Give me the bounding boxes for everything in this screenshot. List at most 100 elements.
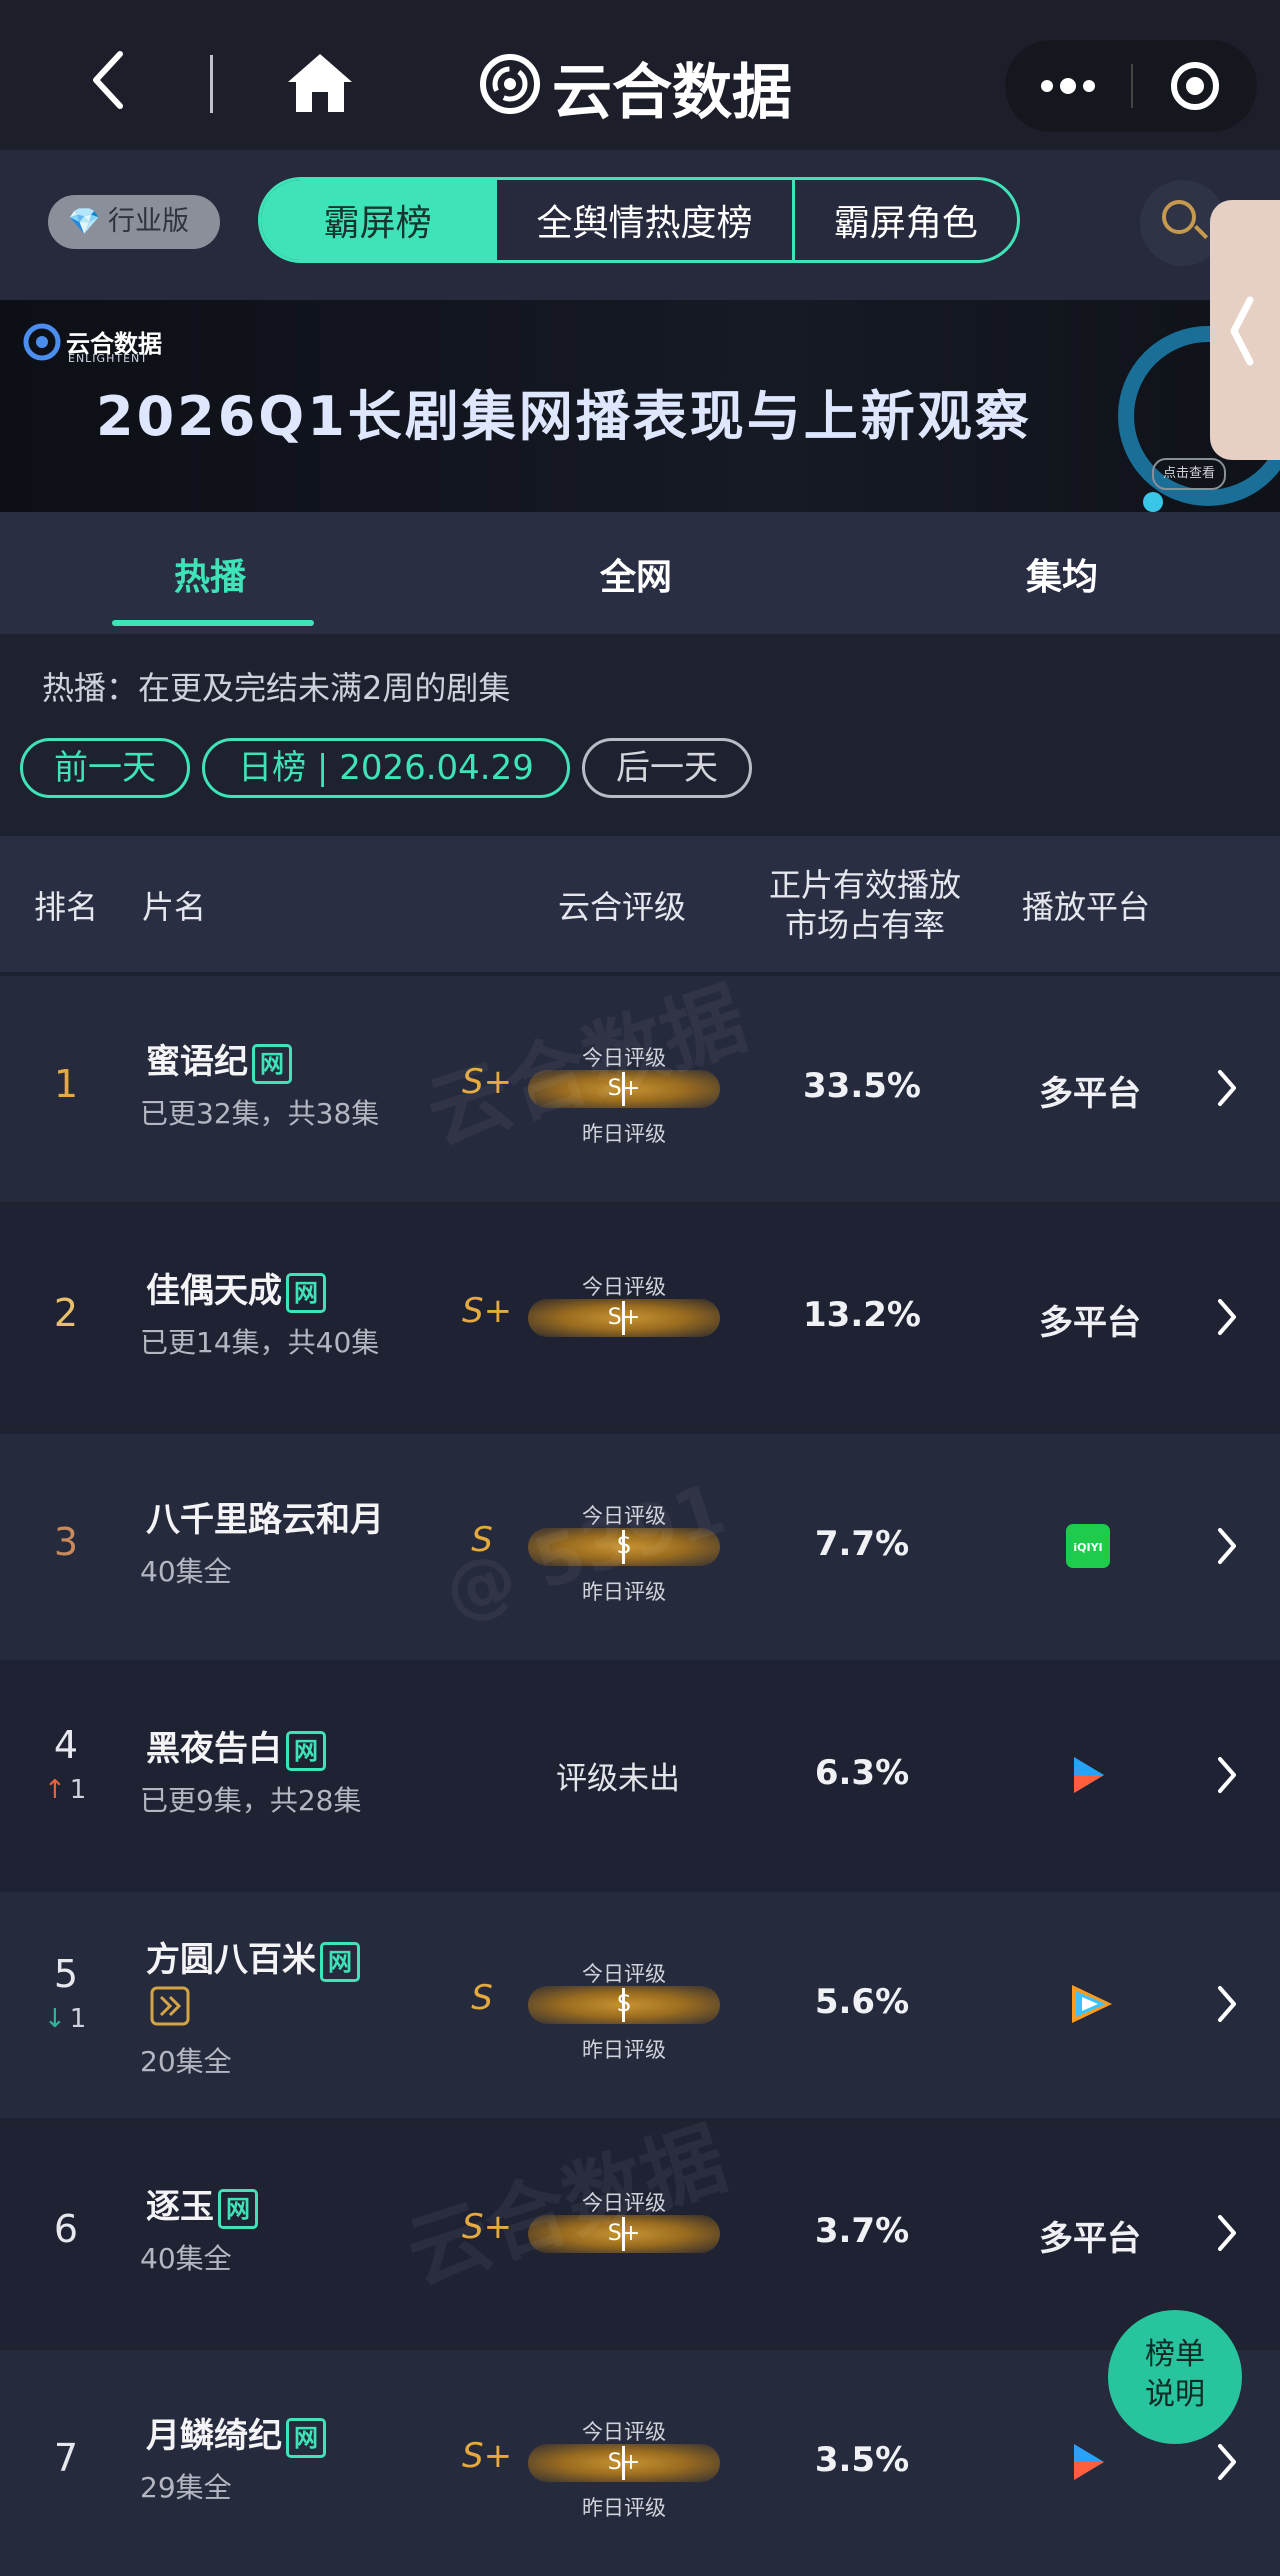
grade-bar: S+ — [528, 1299, 720, 1337]
platform-label: 多平台 — [1039, 1074, 1141, 1114]
market-share: 13.2% — [803, 1295, 921, 1335]
iqiyi-icon: iQIYI — [1066, 1524, 1110, 1568]
show-title[interactable]: 逐玉网 — [146, 2179, 258, 2229]
banner-cta[interactable]: 点击查看 — [1152, 458, 1226, 490]
grade-today-label: 今日评级 — [582, 2420, 666, 2444]
chevron-right-icon[interactable] — [1216, 1297, 1238, 1341]
web-series-badge: 网 — [286, 1730, 326, 1771]
show-title[interactable]: 方圆八百米网 — [146, 1932, 360, 1982]
explain-line2: 说明 — [1145, 2377, 1205, 2412]
table-row[interactable]: 7 月鳞绮纪网 29集全 S+ 今日评级 S+ 昨日评级 3.5% — [0, 2350, 1280, 2576]
grade-today-label: 今日评级 — [582, 1962, 666, 1986]
rank-number: 7 — [53, 2436, 79, 2480]
grade-yesterday-label: 昨日评级 — [582, 2038, 666, 2062]
back-icon[interactable] — [88, 48, 128, 116]
next-day-button[interactable]: 后一天 — [582, 738, 752, 798]
youku-icon — [1066, 1753, 1110, 1797]
tab-public-opinion[interactable]: 全舆情热度榜 — [497, 180, 795, 260]
tencent-video-icon — [1066, 1982, 1112, 2026]
current-date-button[interactable]: 日榜 | 2026.04.29 — [202, 738, 570, 798]
table-row[interactable]: 2 佳偶天成网已更14集，共40集 S+ 今日评级 S+ 13.2% 多平台 — [0, 1205, 1280, 1431]
rank-number: 1 — [53, 1062, 79, 1106]
tab-all-network[interactable]: 全网 — [600, 548, 672, 600]
industry-label: 行业版 — [108, 206, 189, 237]
rank-number: 4 — [53, 1723, 79, 1767]
web-series-badge: 网 — [286, 1272, 326, 1313]
more-dots-icon[interactable] — [1039, 78, 1097, 98]
episode-info: 40集全 — [140, 2242, 232, 2275]
grade-bar-label: S+ — [607, 2450, 641, 2475]
header-platform: 播放平台 — [1022, 888, 1151, 926]
grade-value: S+ — [462, 2436, 513, 2476]
market-share: 3.5% — [814, 2440, 910, 2480]
brand-logo-icon — [478, 52, 542, 120]
chevron-left-icon — [1228, 296, 1254, 370]
rank-number: 5 — [53, 1952, 79, 1996]
grade-bar-label: S — [617, 1992, 631, 2017]
market-share: 5.6% — [814, 1982, 910, 2022]
arrow-up-icon: ↑ — [44, 1775, 66, 1805]
mini-program-capsule — [1005, 40, 1257, 132]
home-icon[interactable] — [284, 50, 356, 120]
close-target-icon[interactable] — [1171, 62, 1219, 110]
active-tab-indicator — [112, 620, 314, 626]
show-title[interactable]: 八千里路云和月 — [146, 1492, 384, 1541]
grade-value: S+ — [462, 1291, 513, 1331]
grade-pending: 评级未出 — [556, 1761, 680, 1797]
show-title[interactable]: 黑夜告白网 — [146, 1721, 326, 1771]
rank-change: ↑ 1 — [44, 1775, 104, 1805]
market-share: 33.5% — [803, 1066, 921, 1106]
platform-label: 多平台 — [1039, 1303, 1141, 1343]
grade-bar: S — [528, 1986, 720, 2024]
grade-bar: S+ — [528, 2444, 720, 2482]
show-title[interactable]: 蜜语纪网 — [146, 1034, 292, 1084]
diamond-icon: 💎 — [68, 207, 101, 237]
table-row[interactable]: 4 ↑ 1 黑夜告白网已更9集，共28集 评级未出 6.3% — [0, 1663, 1280, 1889]
chevron-right-icon[interactable] — [1216, 1526, 1238, 1570]
episode-info: 40集全 — [140, 1555, 232, 1588]
grade-yesterday-label: 昨日评级 — [582, 2496, 666, 2520]
grade-bar-label: S+ — [607, 1305, 641, 1330]
tab-bapingbang[interactable]: 霸屏榜 — [261, 180, 498, 260]
show-title[interactable]: 月鳞绮纪网 — [146, 2408, 326, 2458]
episode-info: 已更14集，共40集 — [140, 1326, 380, 1359]
exclusive-badge-icon — [150, 1986, 190, 2030]
search-icon-handle — [1193, 224, 1209, 240]
header-share-line2: 市场占有率 — [784, 906, 945, 944]
banner-logo-sub: ENLIGHTENT — [68, 352, 148, 365]
capsule-divider — [1131, 64, 1133, 108]
ranking-explain-button[interactable]: 榜单 说明 — [1108, 2310, 1242, 2444]
show-title-text: 月鳞绮纪 — [146, 2416, 282, 2456]
table-row[interactable]: 5 ↓ 1 方圆八百米网 20集全 S 今日评级 S 昨日评级 5.6% — [0, 1892, 1280, 2118]
web-series-badge: 网 — [320, 1941, 360, 1982]
chevron-right-icon[interactable] — [1216, 2213, 1238, 2257]
episode-info: 已更9集，共28集 — [140, 1784, 362, 1817]
chevron-right-icon[interactable] — [1216, 2442, 1238, 2486]
web-series-badge: 网 — [218, 2188, 258, 2229]
episode-info: 已更32集，共38集 — [140, 1097, 380, 1130]
prev-day-button[interactable]: 前一天 — [20, 738, 190, 798]
platform-label: 多平台 — [1039, 2219, 1141, 2259]
show-title-text: 佳偶天成 — [146, 1271, 282, 1311]
explain-line1: 榜单 — [1145, 2337, 1205, 2372]
rank-change-value: 1 — [69, 2004, 87, 2034]
tab-per-episode[interactable]: 集均 — [1026, 548, 1098, 600]
web-series-badge: 网 — [252, 1043, 292, 1084]
grade-today-label: 今日评级 — [582, 1275, 666, 1299]
tab-hot[interactable]: 热播 — [174, 548, 246, 600]
rank-change: ↓ 1 — [44, 2004, 104, 2034]
header-grade: 云合评级 — [558, 888, 687, 926]
show-title[interactable]: 佳偶天成网 — [146, 1263, 326, 1313]
market-share: 6.3% — [814, 1753, 910, 1793]
industry-version-button[interactable]: 💎 行业版 — [48, 195, 220, 249]
rank-number: 3 — [53, 1520, 79, 1564]
svg-text:iQIYI: iQIYI — [1073, 1541, 1102, 1554]
chevron-right-icon[interactable] — [1216, 1755, 1238, 1799]
side-drawer-handle[interactable] — [1210, 200, 1280, 460]
divider — [210, 55, 213, 113]
tab-characters[interactable]: 霸屏角色 — [795, 180, 1017, 260]
search-icon — [1162, 200, 1196, 234]
episode-info: 20集全 — [140, 2045, 232, 2078]
chevron-right-icon[interactable] — [1216, 1068, 1238, 1112]
chevron-right-icon[interactable] — [1216, 1984, 1238, 2028]
